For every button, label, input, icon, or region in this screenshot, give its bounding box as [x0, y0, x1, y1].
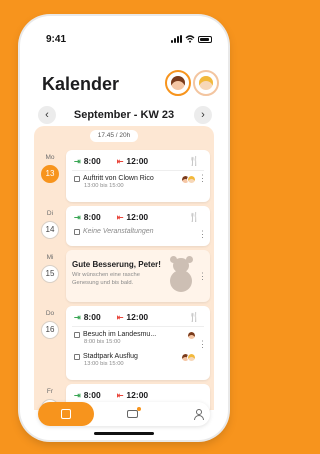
- event-time: 13:00 bis 15:00: [84, 183, 124, 189]
- battery-icon: [198, 35, 212, 43]
- day-name: Mo: [45, 154, 55, 161]
- calendar-icon: [74, 353, 80, 360]
- checkin-time: 8:00: [83, 156, 101, 166]
- attendance-times: ⇥ 8:00 ⇤ 12:00: [74, 312, 148, 322]
- status-bar: 9:41: [20, 16, 228, 58]
- notification-dot: [136, 407, 141, 411]
- more-icon[interactable]: ⋮: [198, 230, 207, 239]
- more-icon[interactable]: ⋮: [198, 340, 207, 349]
- checkin-time: 8:00: [83, 212, 101, 222]
- day-number[interactable]: 16: [41, 321, 59, 339]
- day-name: Fr: [46, 388, 54, 395]
- tab-profile[interactable]: [188, 402, 208, 426]
- checkout-time: 12:00: [126, 156, 149, 166]
- teddy-bear-icon: [166, 256, 198, 294]
- child-avatar-girl[interactable]: [193, 70, 219, 96]
- checkin-time: 8:00: [83, 312, 101, 322]
- header: Kalender: [20, 70, 228, 100]
- home-indicator: [94, 432, 154, 435]
- week-navigation: ‹ September - KW 23 ›: [20, 106, 228, 126]
- checkout-icon: ⇤: [116, 212, 124, 222]
- day-number[interactable]: 14: [41, 221, 59, 239]
- day-row-wednesday: Mi 15 Gute Besserung, Peter! Wir wünsche…: [34, 250, 214, 302]
- event-title: Auftritt von Clown Rico: [83, 175, 154, 182]
- calendar-icon: [74, 175, 80, 182]
- time-range-badge: 17.45 / 20h: [90, 130, 138, 142]
- attendance-times: ⇥ 8:00 ⇤ 12:00: [74, 390, 148, 400]
- message-text: Wir wünschen eine rasche Genesung und bi…: [72, 272, 140, 286]
- status-time: 9:41: [46, 34, 67, 45]
- phone-frame: 9:41 Kalender ‹ September - KW 23 › 17.4…: [20, 16, 228, 440]
- day-label: Di 14: [38, 210, 62, 239]
- meal-icon: 🍴: [188, 212, 200, 222]
- event-item[interactable]: Auftritt von Clown Rico 13:00 bis 15:00: [74, 175, 196, 189]
- checkout-icon: ⇤: [116, 390, 124, 400]
- message-title: Gute Besserung, Peter!: [72, 260, 161, 269]
- checkout-icon: ⇤: [116, 156, 124, 166]
- day-card[interactable]: ⇥ 8:00 ⇤ 12:00 🍴 Keine Veranstaltungen ⋮: [66, 206, 210, 246]
- meal-icon: 🍴: [188, 312, 200, 322]
- checkin-icon: ⇥: [74, 312, 81, 322]
- checkin-icon: ⇥: [74, 390, 81, 400]
- no-events-note: Keine Veranstaltungen: [74, 228, 154, 235]
- day-name: Mi: [46, 254, 54, 261]
- day-number[interactable]: 13: [41, 165, 59, 183]
- day-name: Di: [46, 210, 54, 217]
- event-title: Stadtpark Ausflug: [83, 353, 138, 360]
- page-title: Kalender: [42, 74, 120, 94]
- meal-icon: 🍴: [188, 156, 200, 166]
- attendance-times: ⇥ 8:00 ⇤ 12:00: [74, 156, 148, 166]
- calendar-icon: [61, 409, 71, 419]
- day-label: Do 16: [38, 310, 62, 339]
- divider: [72, 326, 204, 327]
- day-row-thursday: Do 16 ⇥ 8:00 ⇤ 12:00 🍴 Besuch im Landesmu.…: [34, 306, 214, 380]
- event-item[interactable]: Stadtpark Ausflug 13:00 bis 15:00: [74, 353, 196, 367]
- day-card[interactable]: ⇥ 8:00 ⇤ 12:00 🍴 Auftritt von Clown Rico 1…: [66, 150, 210, 202]
- child-avatar-boy[interactable]: [165, 70, 191, 96]
- checkout-time: 12:00: [126, 312, 149, 322]
- event-time: 13:00 bis 15:00: [84, 361, 124, 367]
- event-time: 8:00 bis 15:00: [84, 339, 121, 345]
- day-label: Mi 15: [38, 254, 62, 283]
- status-icons: [171, 35, 212, 43]
- checkin-icon: ⇥: [74, 156, 81, 166]
- checkout-time: 12:00: [126, 212, 149, 222]
- event-participants: [181, 353, 196, 362]
- day-number[interactable]: 15: [41, 265, 59, 283]
- attendance-times: ⇥ 8:00 ⇤ 12:00: [74, 212, 148, 222]
- chevron-right-icon[interactable]: ›: [194, 106, 212, 124]
- event-title: Besuch im Landesmu...: [83, 331, 157, 338]
- day-row-tuesday: Di 14 ⇥ 8:00 ⇤ 12:00 🍴 Keine Veranstaltung…: [34, 206, 214, 246]
- more-icon[interactable]: ⋮: [198, 174, 207, 183]
- tab-bar: [38, 402, 210, 426]
- event-participants: [187, 331, 196, 340]
- day-row-monday: Mo 13 ⇥ 8:00 ⇤ 12:00 🍴 Auftritt von Clown …: [34, 150, 214, 202]
- more-icon[interactable]: ⋮: [198, 272, 207, 281]
- person-icon: [193, 408, 204, 420]
- checkout-time: 12:00: [126, 390, 149, 400]
- checkout-icon: ⇤: [116, 312, 124, 322]
- day-card[interactable]: ⇥ 8:00 ⇤ 12:00 🍴 Besuch im Landesmu... 8:0…: [66, 306, 210, 380]
- inbox-icon: [126, 407, 141, 418]
- calendar-list[interactable]: 17.45 / 20h Mo 13 ⇥ 8:00 ⇤ 12:00 🍴 Auftrit…: [34, 126, 214, 417]
- calendar-icon: [74, 228, 80, 235]
- event-participants: [181, 175, 196, 184]
- message-card[interactable]: Gute Besserung, Peter! Wir wünschen eine…: [66, 250, 210, 302]
- checkin-time: 8:00: [83, 390, 101, 400]
- signal-icon: [171, 35, 182, 43]
- day-label: Mo 13: [38, 154, 62, 183]
- checkin-icon: ⇥: [74, 212, 81, 222]
- tab-inbox[interactable]: [122, 402, 142, 426]
- day-name: Do: [45, 310, 55, 317]
- calendar-icon: [74, 331, 80, 338]
- tab-calendar[interactable]: [38, 402, 94, 426]
- wifi-icon: [185, 35, 195, 43]
- divider: [72, 170, 204, 171]
- event-item[interactable]: Besuch im Landesmu... 8:00 bis 15:00: [74, 331, 196, 345]
